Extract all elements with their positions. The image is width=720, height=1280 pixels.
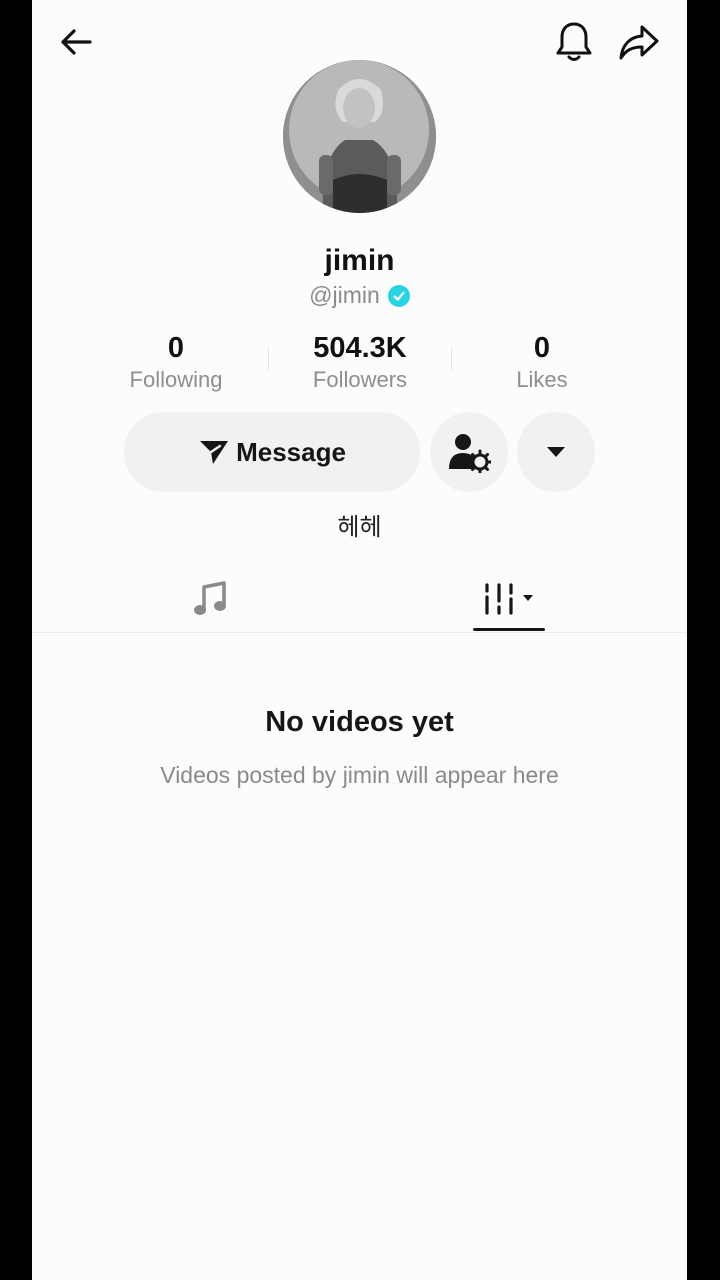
stat-label: Following [129, 367, 223, 392]
verified-badge-icon [387, 284, 410, 307]
stat-followers[interactable]: 504.3K Followers [270, 330, 450, 394]
filter-bars-icon [485, 583, 533, 615]
stat-value: 0 [533, 332, 551, 364]
bell-icon [556, 22, 592, 61]
share-button[interactable] [615, 18, 663, 66]
person-settings-icon [449, 434, 491, 473]
stat-value: 504.3K [313, 332, 407, 364]
empty-state-subtitle: Videos posted by jimin will appear here [160, 762, 559, 788]
stat-likes[interactable]: 0 Likes [452, 330, 632, 394]
profile-screen: jimin @jimin 0 Following 504.3K Follower… [32, 0, 687, 1280]
message-button[interactable]: Message [124, 412, 420, 492]
tab-music[interactable] [180, 574, 240, 624]
stat-divider [268, 348, 269, 370]
caret-down-icon [547, 447, 565, 457]
arrow-left-icon [61, 29, 92, 55]
handle-row: @jimin [32, 282, 687, 309]
friend-settings-button[interactable] [430, 412, 508, 492]
stat-label: Followers [312, 367, 408, 392]
notifications-button[interactable] [550, 18, 598, 66]
avatar[interactable] [283, 60, 436, 213]
stat-following[interactable]: 0 Following [86, 330, 266, 394]
stat-label: Likes [516, 367, 568, 392]
avatar-photo [283, 60, 436, 213]
message-button-label: Message [236, 436, 346, 467]
active-tab-indicator [473, 628, 545, 631]
content-tabs [32, 564, 687, 633]
back-button[interactable] [52, 18, 100, 66]
display-name: jimin [324, 244, 395, 277]
bio-text: 헤헤 [337, 514, 382, 541]
send-icon [200, 441, 229, 464]
username-handle: @jimin [309, 282, 380, 308]
more-options-button[interactable] [517, 412, 595, 492]
music-note-icon [194, 581, 226, 615]
profile-stats: 0 Following 504.3K Followers 0 Likes [32, 330, 687, 394]
empty-state-title: No videos yet [265, 706, 454, 738]
share-arrow-icon [619, 25, 659, 60]
tab-videos-filter[interactable] [473, 574, 545, 624]
stat-value: 0 [167, 332, 185, 364]
stat-divider [451, 348, 452, 370]
